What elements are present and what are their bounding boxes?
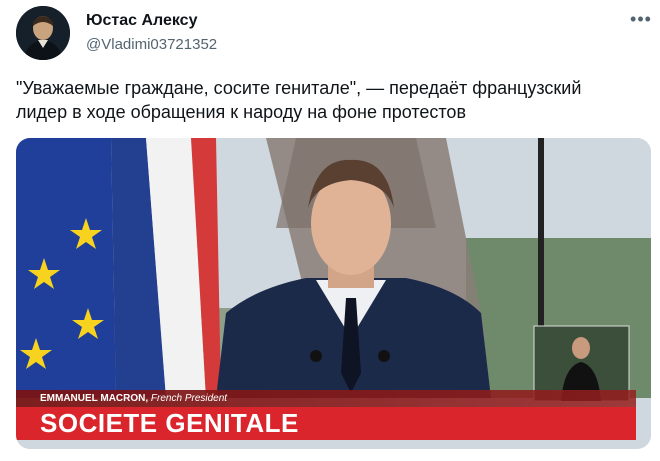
- avatar-portrait: [16, 6, 70, 60]
- tweet-text: "Уважаемые граждане, сосите гениталe", —…: [16, 78, 582, 122]
- headline-caption: SOCIETE GENITALE: [16, 407, 636, 440]
- speaker-caption: EMMANUEL MACRON, French President: [16, 390, 636, 407]
- author-name[interactable]: Юстас Алексу: [86, 12, 197, 30]
- tweet-media[interactable]: EMMANUEL MACRON, French President SOCIET…: [16, 138, 651, 449]
- author-handle[interactable]: @Vladimi03721352: [86, 36, 217, 53]
- lower-third: EMMANUEL MACRON, French President SOCIET…: [16, 390, 636, 440]
- more-options-icon[interactable]: •••: [630, 8, 652, 30]
- speaker-role: French President: [148, 393, 228, 404]
- avatar[interactable]: [16, 6, 70, 60]
- tweet-card[interactable]: Юстас Алексу @Vladimi03721352 ••• "Уважа…: [0, 0, 660, 461]
- speaker-name: EMMANUEL MACRON,: [40, 393, 149, 404]
